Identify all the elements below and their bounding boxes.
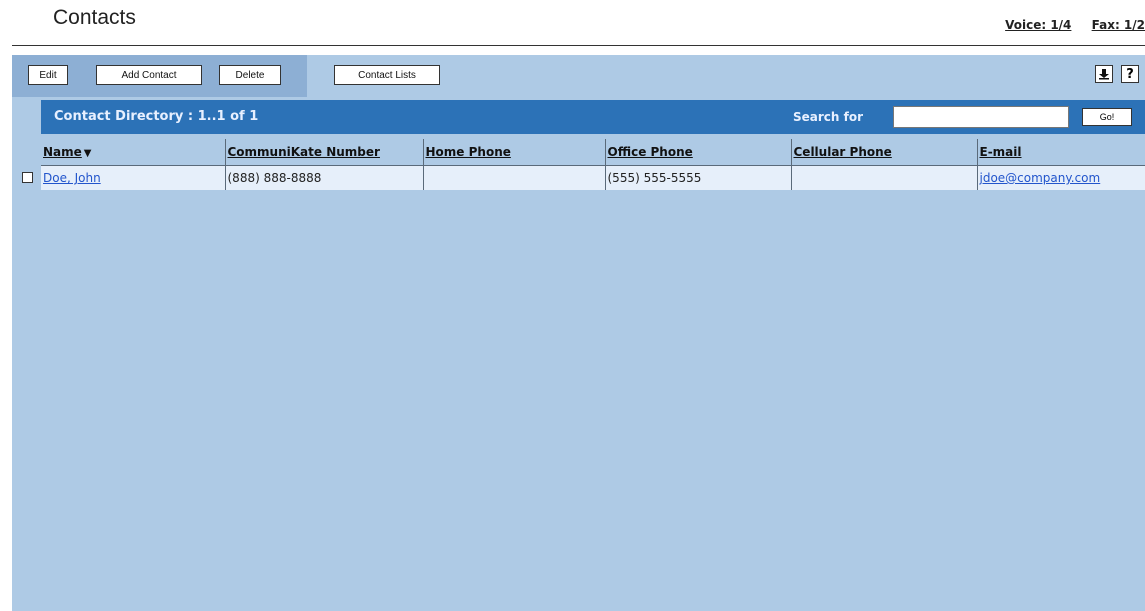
search-label: Search for: [793, 110, 864, 124]
contacts-panel: Edit Add Contact Delete Contact Lists ? …: [12, 55, 1145, 611]
header-links: Voice: 1/4 Fax: 1/2: [1005, 18, 1145, 32]
sort-descending-icon: ▼: [83, 148, 92, 159]
column-header-home-phone[interactable]: Home Phone: [423, 139, 606, 166]
help-icon[interactable]: ?: [1121, 65, 1139, 83]
cell-home-phone: [423, 165, 606, 190]
go-button[interactable]: Go!: [1082, 108, 1132, 126]
column-header-email[interactable]: E-mail: [977, 139, 1145, 166]
column-header-name-label: Name: [43, 145, 82, 159]
search-input[interactable]: [893, 106, 1069, 128]
cell-communikate: (888) 888-8888: [225, 165, 424, 190]
contact-name-link[interactable]: Doe, John: [43, 171, 101, 185]
cell-name: Doe, John: [41, 165, 226, 190]
page-title: Contacts: [53, 6, 136, 29]
contact-lists-button[interactable]: Contact Lists: [334, 65, 440, 85]
contact-email-link[interactable]: jdoe@company.com: [980, 171, 1101, 185]
fax-link[interactable]: Fax: 1/2: [1092, 18, 1145, 32]
column-header-office-phone[interactable]: Office Phone: [605, 139, 792, 166]
directory-title: Contact Directory : 1..1 of 1: [54, 109, 259, 124]
delete-button[interactable]: Delete: [219, 65, 281, 85]
cell-cellular-phone: [791, 165, 978, 190]
voice-link[interactable]: Voice: 1/4: [1005, 18, 1071, 32]
directory-header: Contact Directory : 1..1 of 1 Search for…: [41, 100, 1145, 134]
column-header-cellular-phone[interactable]: Cellular Phone: [791, 139, 978, 166]
row-select-checkbox[interactable]: [22, 172, 33, 183]
header-divider: [12, 45, 1145, 46]
table-row: Doe, John (888) 888-8888 (555) 555-5555 …: [41, 165, 1145, 190]
column-header-name[interactable]: Name ▼: [41, 139, 226, 166]
download-icon[interactable]: [1095, 65, 1113, 83]
contacts-table-wrap: Name ▼ CommuniKate Number Home Phone Offi…: [41, 139, 1145, 190]
cell-office-phone: (555) 555-5555: [605, 165, 792, 190]
add-contact-button[interactable]: Add Contact: [96, 65, 202, 85]
cell-email: jdoe@company.com: [977, 165, 1145, 190]
contacts-table: Name ▼ CommuniKate Number Home Phone Offi…: [41, 139, 1145, 190]
column-header-communikate[interactable]: CommuniKate Number: [225, 139, 424, 166]
edit-button[interactable]: Edit: [28, 65, 68, 85]
table-header-row: Name ▼ CommuniKate Number Home Phone Offi…: [41, 139, 1145, 166]
